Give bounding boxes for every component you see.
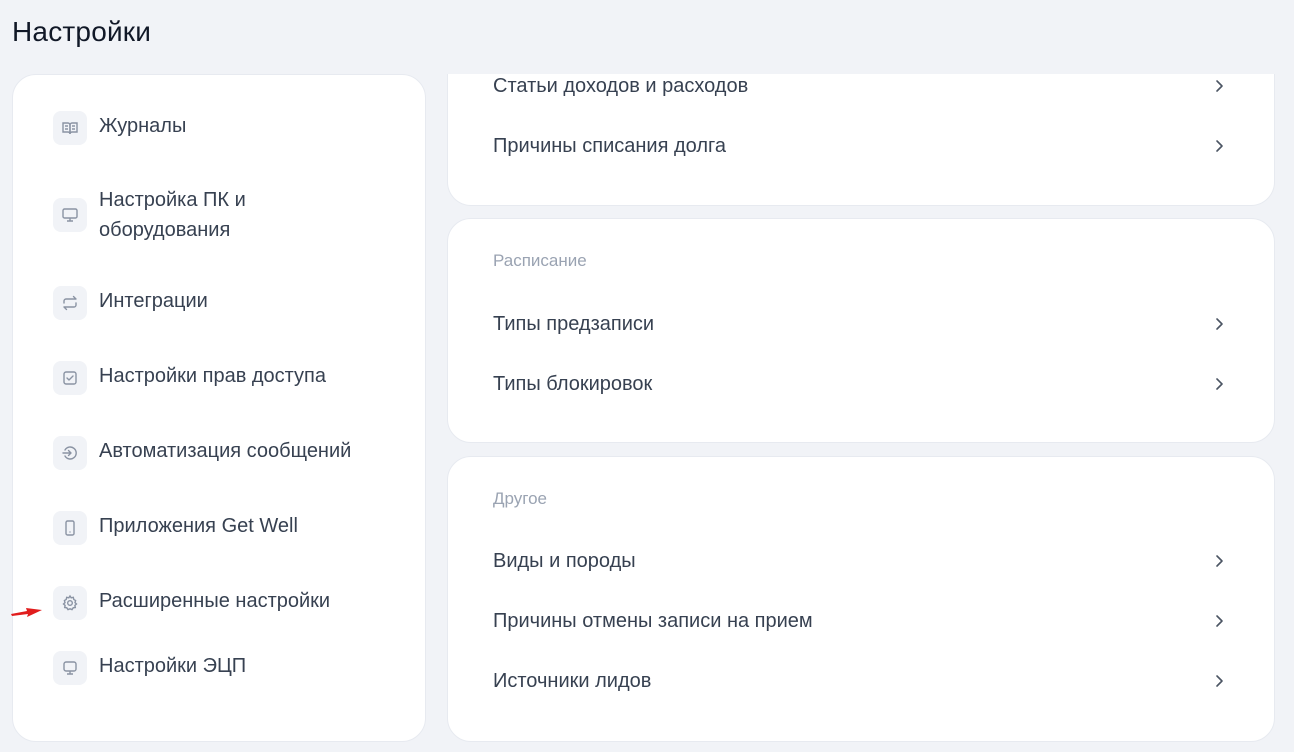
list-item-block-types[interactable]: Типы блокировок [493, 369, 1226, 399]
chevron-right-icon [1216, 675, 1223, 687]
row-label: Типы блокировок [493, 372, 653, 395]
schedule-settings-card: Расписание Типы предзаписи Типы блокиров… [447, 218, 1275, 443]
section-title: Другое [493, 489, 548, 508]
sidebar-item-integrations[interactable]: Интеграции [53, 286, 393, 320]
sidebar-item-message-automation[interactable]: Автоматизация сообщений [53, 436, 393, 470]
settings-sidebar: Журналы Настройка ПК и оборудования Инте… [12, 74, 426, 742]
book-icon [53, 111, 87, 145]
sidebar-item-label: Настройки ЭЦП [99, 655, 247, 677]
gear-icon [53, 586, 87, 620]
chevron-right-icon [1216, 318, 1223, 330]
chevron-right-icon [1216, 140, 1223, 152]
sidebar-item-label: Интеграции [99, 290, 208, 312]
other-settings-card: Другое Виды и породы Причины отмены запи… [447, 456, 1275, 742]
sidebar-item-label: Настройка ПК и оборудования [99, 189, 246, 241]
page-title: Настройки [12, 16, 152, 47]
monitor-icon [53, 198, 87, 232]
monitor-icon [53, 651, 87, 685]
section-title: Расписание [493, 251, 587, 270]
sidebar-item-label: Приложения Get Well [99, 515, 298, 537]
list-item-lead-sources[interactable]: Источники лидов [493, 666, 1226, 696]
row-label: Источники лидов [493, 669, 652, 692]
list-item-debt-writeoff-reasons[interactable]: Причины списания долга [493, 131, 1226, 161]
sidebar-item-getwell-apps[interactable]: Приложения Get Well [53, 511, 393, 545]
sidebar-item-journals[interactable]: Журналы [53, 111, 393, 145]
chevron-right-icon [1216, 555, 1223, 567]
sidebar-item-label: Журналы [99, 115, 187, 137]
row-label: Типы предзаписи [493, 312, 655, 335]
sidebar-item-label: Настройки прав доступа [99, 365, 327, 387]
row-label: Виды и породы [493, 549, 636, 572]
message-automation-icon [53, 436, 87, 470]
row-label: Статьи доходов и расходов [493, 74, 749, 97]
sidebar-item-access-rights[interactable]: Настройки прав доступа [53, 361, 393, 395]
chevron-right-icon [1216, 80, 1223, 92]
sidebar-item-advanced-settings[interactable]: Расширенные настройки [53, 586, 393, 620]
row-label: Причины списания долга [493, 134, 726, 157]
checkbox-icon [53, 361, 87, 395]
finance-settings-card: Статьи доходов и расходов Причины списан… [447, 74, 1275, 206]
list-item-prerecord-types[interactable]: Типы предзаписи [493, 309, 1226, 339]
list-item-cancellation-reasons[interactable]: Причины отмены записи на прием [493, 606, 1226, 636]
sidebar-item-label: Автоматизация сообщений [99, 440, 352, 462]
row-label: Причины отмены записи на прием [493, 609, 813, 632]
list-item-species-breeds[interactable]: Виды и породы [493, 546, 1226, 576]
chevron-right-icon [1216, 615, 1223, 627]
annotation-arrow [11, 608, 42, 617]
sidebar-item-label: Расширенные настройки [99, 590, 331, 612]
sidebar-item-pc-equipment[interactable]: Настройка ПК и оборудования [53, 185, 393, 245]
sidebar-item-digital-signature[interactable]: Настройки ЭЦП [53, 651, 393, 685]
chevron-right-icon [1216, 378, 1223, 390]
list-item-income-expense-articles[interactable]: Статьи доходов и расходов [493, 71, 1226, 101]
sync-arrows-icon [53, 286, 87, 320]
mobile-phone-icon [53, 511, 87, 545]
